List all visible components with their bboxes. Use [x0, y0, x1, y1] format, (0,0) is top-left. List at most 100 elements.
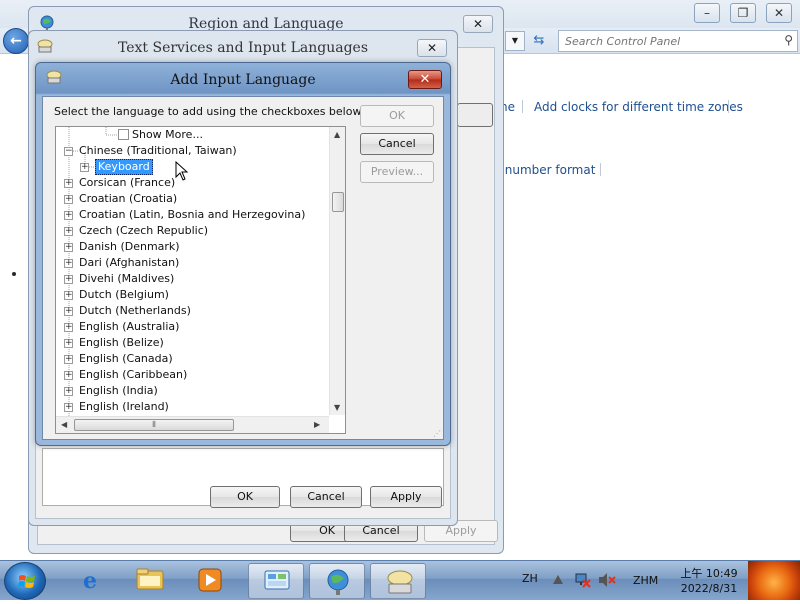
- volume-muted-icon[interactable]: [598, 572, 616, 588]
- tree-item-label: Corsican (France): [79, 176, 176, 189]
- close-button[interactable]: ✕: [463, 15, 493, 33]
- close-button[interactable]: ✕: [408, 70, 442, 89]
- flag-icon[interactable]: [552, 574, 564, 586]
- expand-icon[interactable]: +: [64, 307, 73, 316]
- add-input-language-dialog: Add Input Language ✕ Select the language…: [35, 62, 451, 446]
- network-icon[interactable]: [574, 572, 592, 588]
- keyboard-icon: [385, 568, 413, 596]
- checkbox[interactable]: [118, 129, 129, 140]
- start-button[interactable]: [4, 562, 46, 600]
- windows-logo-icon: [18, 575, 35, 588]
- expand-icon[interactable]: +: [64, 323, 73, 332]
- expand-icon[interactable]: +: [64, 227, 73, 236]
- collapse-icon[interactable]: −: [64, 147, 73, 156]
- cancel-button[interactable]: Cancel: [360, 133, 434, 155]
- tree-item-label: Chinese (Traditional, Taiwan): [79, 144, 237, 157]
- ok-button[interactable]: OK: [210, 486, 280, 508]
- restore-button[interactable]: ❐: [730, 3, 756, 23]
- mouse-pointer-icon: [175, 161, 189, 181]
- tree-item-label: Dutch (Belgium): [79, 288, 169, 301]
- scroll-up-icon[interactable]: ▲: [334, 130, 340, 139]
- search-input[interactable]: [563, 33, 773, 49]
- search-box[interactable]: ⚲: [558, 30, 798, 52]
- tree-item-label: Croatian (Latin, Bosnia and Herzegovina): [79, 208, 306, 221]
- instruction-text: Select the language to add using the che…: [54, 105, 364, 118]
- explorer-taskbar-button[interactable]: [122, 563, 178, 599]
- tree-item-label: Croatian (Croatia): [79, 192, 178, 205]
- expand-icon[interactable]: +: [64, 195, 73, 204]
- scroll-thumb[interactable]: ⦀: [74, 419, 234, 431]
- region-language-taskbar-button[interactable]: [309, 563, 365, 599]
- expand-icon[interactable]: +: [64, 371, 73, 380]
- expand-icon[interactable]: +: [64, 275, 73, 284]
- ime-indicator[interactable]: ZHM: [633, 574, 658, 587]
- dialog-title: Text Services and Input Languages: [117, 40, 369, 56]
- control-panel-icon: [263, 568, 291, 596]
- text-services-taskbar-button[interactable]: [370, 563, 426, 599]
- history-dropdown-icon[interactable]: ▼: [505, 31, 525, 51]
- link-separator: [522, 100, 523, 113]
- tree-item-label: English (Caribbean): [79, 368, 188, 381]
- search-icon[interactable]: ⚲: [784, 33, 793, 47]
- expand-icon[interactable]: +: [64, 339, 73, 348]
- refresh-icon[interactable]: ⇆: [528, 31, 550, 51]
- horizontal-scrollbar[interactable]: ◀ ⦀ ▶: [56, 416, 329, 433]
- expand-icon[interactable]: +: [64, 259, 73, 268]
- tree-item-label: Keyboard: [95, 159, 153, 175]
- cancel-button[interactable]: Cancel: [290, 486, 362, 508]
- expand-icon[interactable]: +: [64, 387, 73, 396]
- clock-date: 2022/8/31: [680, 582, 738, 595]
- expand-icon[interactable]: +: [64, 179, 73, 188]
- clock-time: 上午 10:49: [680, 567, 738, 580]
- expand-icon[interactable]: +: [64, 291, 73, 300]
- globe-icon: [324, 568, 352, 596]
- apply-button[interactable]: Apply: [370, 486, 442, 508]
- dialog-title: Add Input Language: [170, 72, 316, 88]
- scroll-thumb[interactable]: [332, 192, 344, 212]
- media-player-icon: [196, 567, 224, 595]
- folder-icon: [136, 567, 164, 595]
- expand-icon[interactable]: +: [64, 243, 73, 252]
- tree-item-label: English (Canada): [79, 352, 173, 365]
- add-clocks-link[interactable]: Add clocks for different time zones: [534, 100, 743, 114]
- tree-item-label: Divehi (Maldives): [79, 272, 175, 285]
- tree-item-label: Danish (Denmark): [79, 240, 180, 253]
- preview-button: Preview...: [360, 161, 434, 183]
- scroll-left-icon[interactable]: ◀: [61, 420, 67, 429]
- system-clock[interactable]: 上午 10:49 2022/8/31: [674, 566, 744, 596]
- media-player-taskbar-button[interactable]: [182, 563, 238, 599]
- tree-item-label: English (India): [79, 384, 158, 397]
- scroll-down-icon[interactable]: ▼: [334, 403, 340, 412]
- vertical-scrollbar[interactable]: ▲ ▼: [329, 127, 345, 415]
- close-button[interactable]: ✕: [417, 39, 447, 57]
- back-arrow-icon[interactable]: ←: [3, 28, 29, 54]
- tree-item-label: Dutch (Netherlands): [79, 304, 191, 317]
- minimize-button[interactable]: –: [694, 3, 720, 23]
- close-button[interactable]: ✕: [766, 3, 792, 23]
- expand-icon[interactable]: +: [64, 211, 73, 220]
- language-indicator[interactable]: ZH: [522, 572, 538, 585]
- expand-icon[interactable]: +: [64, 355, 73, 364]
- tree-item-label: English (Belize): [79, 336, 164, 349]
- expand-icon[interactable]: +: [64, 403, 73, 412]
- dialog-body: Select the language to add using the che…: [42, 96, 444, 440]
- ie-taskbar-button[interactable]: e: [62, 563, 118, 599]
- internet-explorer-icon: e: [83, 568, 97, 594]
- tree-item-label: English (Ireland): [79, 400, 169, 413]
- user-picture-thumbnail[interactable]: [748, 561, 800, 600]
- language-tree[interactable]: Show More... − Chinese (Traditional, Tai…: [55, 126, 346, 434]
- tree-item-label: Dari (Afghanistan): [79, 256, 180, 269]
- link-separator: [600, 163, 601, 176]
- expand-icon[interactable]: +: [80, 163, 89, 172]
- tree-item-label: Show More...: [132, 128, 203, 141]
- resize-grip-icon[interactable]: ⋰: [433, 429, 443, 439]
- control-panel-taskbar-button[interactable]: [248, 563, 304, 599]
- tree-item-label: English (Australia): [79, 320, 180, 333]
- scroll-right-icon[interactable]: ▶: [314, 420, 320, 429]
- tree-item-label: Czech (Czech Republic): [79, 224, 209, 237]
- ok-button: OK: [360, 105, 434, 127]
- number-format-link[interactable]: r number format: [496, 163, 595, 177]
- region-tab-button[interactable]: [457, 103, 493, 127]
- link-separator: [728, 100, 729, 113]
- bullet: [12, 272, 16, 276]
